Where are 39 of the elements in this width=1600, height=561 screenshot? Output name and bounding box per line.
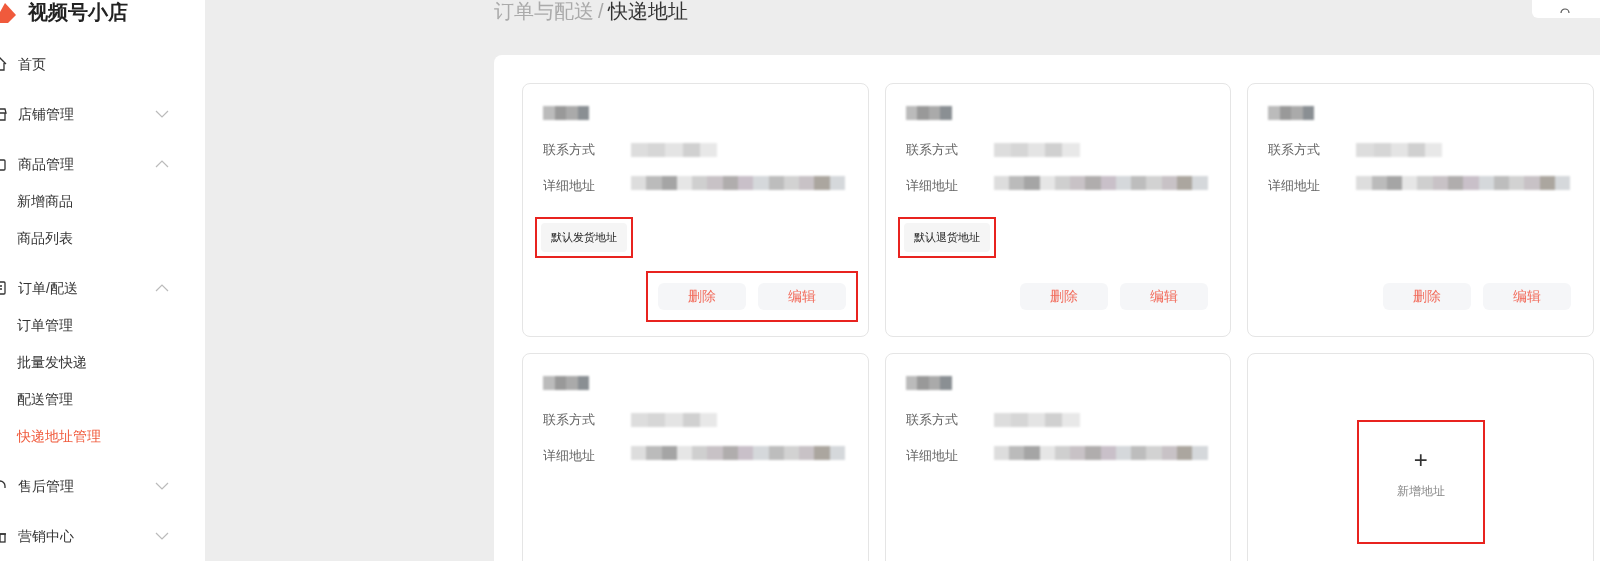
add-address-card[interactable]: + 新增地址 [1247, 353, 1594, 561]
field-label: 详细地址 [1268, 176, 1322, 195]
blurred-text [905, 376, 952, 390]
blurred-text [1268, 106, 1315, 120]
breadcrumb-separator: / [598, 0, 604, 24]
blurred-text [543, 106, 589, 120]
field-label: 联系方式 [1268, 141, 1322, 159]
sidebar-subitem[interactable]: 商品列表 [0, 220, 205, 257]
sidebar-subitem[interactable]: 快递地址管理 [0, 418, 205, 455]
field-label: 联系方式 [905, 411, 959, 429]
user-icon [1560, 5, 1570, 13]
app-title: 视频号小店 [28, 0, 128, 25]
add-address-label: 新增地址 [1396, 483, 1445, 500]
default-address-tag: 默认发货地址 [541, 223, 627, 252]
field-label: 详细地址 [905, 176, 959, 195]
logo-icon [0, 1, 16, 23]
field-label: 详细地址 [905, 446, 959, 465]
sidebar-item[interactable]: 售后管理 [0, 461, 205, 511]
sidebar-item[interactable]: 营销中心 [0, 511, 205, 561]
field-label: 联系方式 [905, 141, 959, 159]
chevron-down-icon [155, 110, 169, 118]
field-label: 联系方式 [543, 411, 596, 429]
blurred-text [905, 106, 952, 120]
breadcrumb-current: 快递地址 [607, 0, 688, 24]
chevron-up-icon [155, 160, 169, 168]
sidebar-subitem[interactable]: 配送管理 [0, 381, 205, 418]
sidebar-item[interactable]: 首页 [0, 39, 205, 89]
top-button[interactable] [1532, 0, 1600, 18]
field-label: 详细地址 [543, 176, 596, 195]
chevron-up-icon [155, 284, 169, 292]
sidebar-item[interactable]: 店铺管理 [0, 89, 205, 139]
blurred-text [543, 376, 589, 390]
field-label: 联系方式 [543, 141, 596, 159]
field-label: 详细地址 [543, 446, 596, 465]
chevron-down-icon [155, 532, 169, 540]
plus-symbol: + [1413, 448, 1428, 472]
chevron-down-icon [155, 482, 169, 490]
default-address-tag: 默认退货地址 [903, 223, 990, 252]
sidebar-subitem[interactable]: 批量发快递 [0, 344, 205, 381]
